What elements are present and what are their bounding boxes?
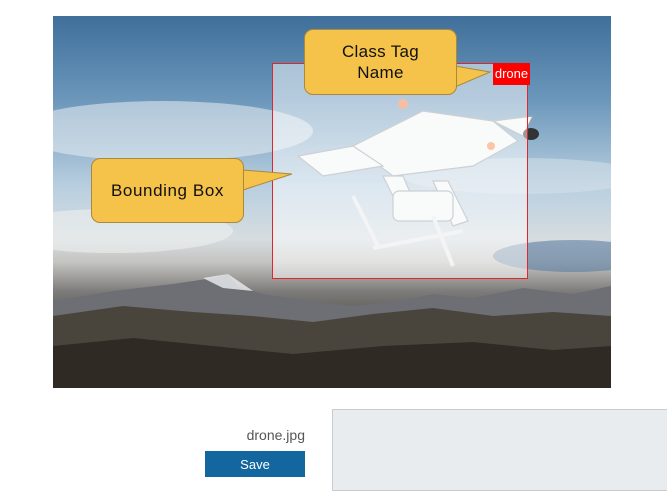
annotation-panel	[332, 409, 667, 491]
callout-pointer	[452, 65, 492, 88]
callout-pointer	[240, 169, 293, 191]
bounding-box-callout: Bounding Box	[91, 158, 244, 223]
class-tag-callout: Class Tag Name	[304, 29, 457, 95]
file-name: drone.jpg	[246, 427, 305, 443]
class-tag-callout-line1: Class Tag	[341, 42, 420, 61]
bounding-box-callout-label: Bounding Box	[110, 181, 225, 200]
class-tag-callout-line2: Name	[357, 63, 404, 82]
save-button[interactable]: Save	[205, 451, 305, 477]
